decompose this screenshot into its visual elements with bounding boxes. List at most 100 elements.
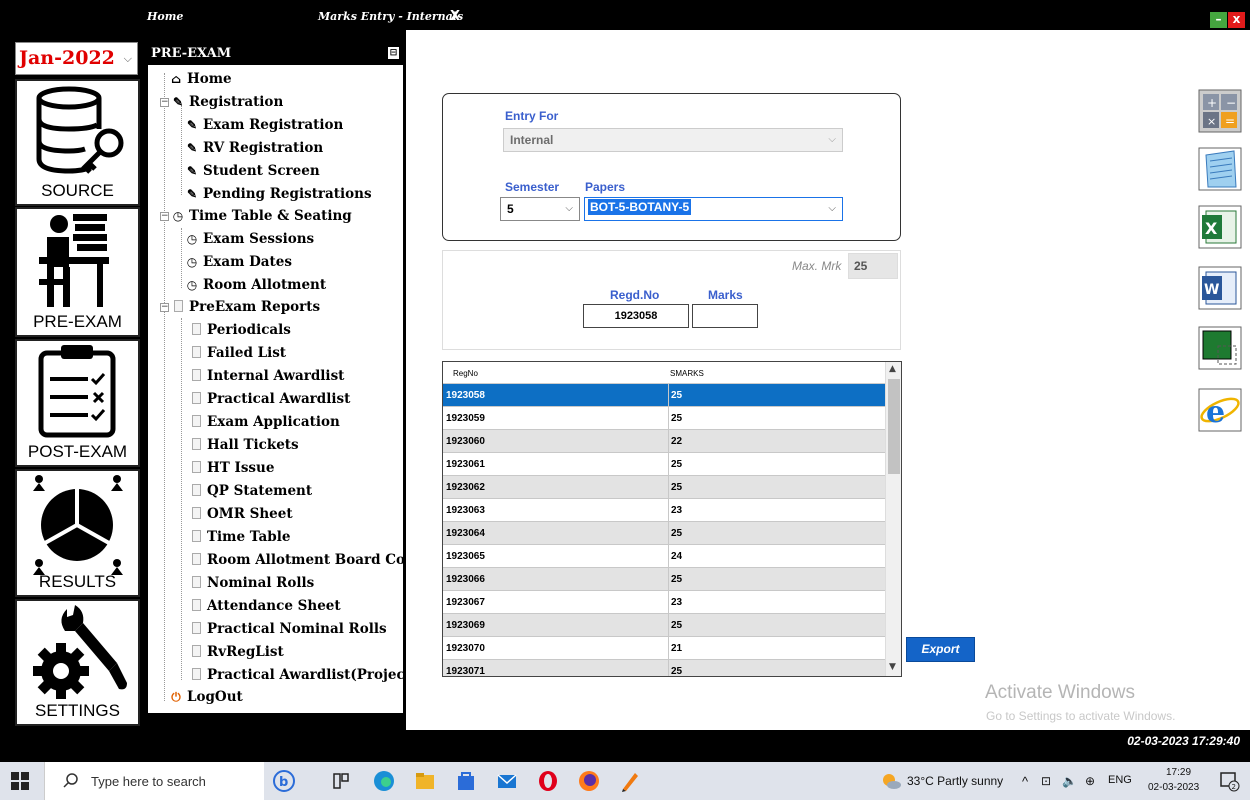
marks-input[interactable] (692, 304, 758, 328)
excel-icon[interactable]: X (1198, 205, 1242, 249)
weather-text[interactable]: 33°C Partly sunny (907, 774, 1003, 788)
close-button[interactable]: x (1228, 12, 1245, 28)
scrollbar-thumb[interactable] (888, 379, 900, 474)
papers-select[interactable]: BOT-5-BOTANY-5 ⌵ (584, 197, 843, 221)
tree-line (181, 105, 182, 195)
tree-item-registration[interactable]: ✎ Registration (170, 92, 283, 114)
clock-time[interactable]: 17:29 (1166, 767, 1191, 778)
table-row[interactable]: 1923071 25 (443, 660, 885, 676)
marks-grid[interactable]: RegNo SMARKS 1923058 25 1923059 25 1923060… (442, 361, 902, 677)
semester-select[interactable]: 5 ⌵ (500, 197, 580, 221)
tree-item-ht-issue[interactable]: HT Issue (188, 458, 274, 480)
calculator-icon[interactable]: + − × = (1198, 89, 1242, 133)
tree-item-student-screen[interactable]: ✎ Student Screen (184, 161, 320, 183)
tree-item-qp-statement[interactable]: QP Statement (188, 481, 312, 503)
bing-icon[interactable]: b (273, 770, 295, 792)
module-post-exam[interactable]: POST-EXAM (15, 339, 140, 467)
tree-item-room-allotment[interactable]: ◷ Room Allotment (184, 275, 326, 297)
module-pre-exam[interactable]: PRE-EXAM (15, 207, 140, 337)
scroll-up-icon[interactable]: ▲ (889, 364, 896, 374)
opera-icon[interactable] (537, 770, 559, 792)
minimize-button[interactable]: – (1210, 12, 1227, 28)
module-results[interactable]: RESULTS (15, 469, 140, 597)
firefox-icon[interactable] (578, 770, 600, 792)
table-row[interactable]: 1923060 22 (443, 430, 885, 453)
table-row[interactable]: 1923067 23 (443, 591, 885, 614)
grid-scrollbar[interactable]: ▲ ▼ (885, 362, 901, 676)
tree-item-preexam-reports[interactable]: PreExam Reports (170, 297, 320, 319)
tab-home[interactable]: Home (147, 8, 183, 30)
edge-icon[interactable] (373, 770, 395, 792)
meet-now-icon[interactable]: ⊡ (1041, 774, 1051, 788)
module-source[interactable]: SOURCE (15, 79, 140, 206)
table-row[interactable]: 1923064 25 (443, 522, 885, 545)
collapse-icon[interactable]: − (160, 303, 169, 312)
language-indicator[interactable]: ENG (1108, 774, 1132, 786)
power-icon: ⏻ (171, 690, 181, 704)
tree-item-time-table-seating[interactable]: ◷ Time Table & Seating (170, 206, 352, 228)
tree-item-nominal-rolls[interactable]: Nominal Rolls (188, 573, 314, 595)
tree-item-attendance-sheet[interactable]: Attendance Sheet (188, 596, 341, 618)
tree-item-omr-sheet[interactable]: OMR Sheet (188, 504, 293, 526)
collapse-icon[interactable]: − (160, 98, 169, 107)
tree-item-rvreglist[interactable]: RvRegList (188, 642, 284, 664)
table-row[interactable]: 1923070 21 (443, 637, 885, 660)
column-header-smarks[interactable]: SMARKS (670, 369, 704, 378)
network-icon[interactable]: ⊕ (1085, 774, 1095, 788)
table-row[interactable]: 1923066 25 (443, 568, 885, 591)
tree-item-practical-awardlist[interactable]: Practical Awardlist (188, 389, 350, 411)
tree-item-practical-awardlist-project[interactable]: Practical Awardlist(Project) (188, 665, 417, 687)
table-row[interactable]: 1923069 25 (443, 614, 885, 637)
table-row[interactable]: 1923065 24 (443, 545, 885, 568)
chevron-up-icon[interactable]: ^ (1022, 774, 1028, 789)
home-icon: ⌂ (170, 72, 181, 86)
tree-item-exam-application[interactable]: Exam Application (188, 412, 340, 434)
volume-icon[interactable]: 🔈 (1062, 774, 1077, 788)
tree-item-practical-nominal-rolls[interactable]: Practical Nominal Rolls (188, 619, 387, 641)
table-row[interactable]: 1923063 23 (443, 499, 885, 522)
screen-capture-icon[interactable] (1198, 326, 1242, 370)
tree-item-home[interactable]: ⌂ Home (168, 69, 232, 91)
app-pen-icon[interactable] (619, 770, 641, 792)
tree-item-periodicals[interactable]: Periodicals (188, 320, 291, 342)
tree-item-room-allotment-board-copy[interactable]: Room Allotment Board Copy (188, 550, 422, 572)
mail-icon[interactable] (496, 770, 518, 792)
scroll-down-icon[interactable]: ▼ (889, 662, 896, 672)
pin-icon[interactable]: ⊟ (388, 47, 399, 59)
tab-close-button[interactable]: X (450, 9, 460, 24)
tree-panel-title: PRE-EXAM (151, 46, 232, 61)
column-header-regno[interactable]: RegNo (453, 369, 478, 378)
task-view-icon[interactable] (330, 770, 352, 792)
internet-explorer-icon[interactable]: e (1198, 388, 1242, 432)
tab-marks-entry[interactable]: Marks Entry - Internals (318, 8, 463, 30)
table-row[interactable]: 1923058 25 (443, 384, 885, 407)
tree-item-internal-awardlist[interactable]: Internal Awardlist (188, 366, 344, 388)
tree-item-rv-registration[interactable]: ✎ RV Registration (184, 138, 323, 160)
file-explorer-icon[interactable] (414, 770, 436, 792)
word-icon[interactable]: W (1198, 266, 1242, 310)
tree-item-exam-dates[interactable]: ◷ Exam Dates (184, 252, 292, 274)
table-row[interactable]: 1923062 25 (443, 476, 885, 499)
month-select[interactable]: Jan-2022 ⌵ (15, 42, 138, 75)
module-settings[interactable]: SETTINGS (15, 599, 140, 726)
notepad-icon[interactable] (1198, 147, 1242, 191)
regd-no-input[interactable]: 1923058 (583, 304, 689, 328)
table-row[interactable]: 1923059 25 (443, 407, 885, 430)
tree-item-failed-list[interactable]: Failed List (188, 343, 286, 365)
tree-item-exam-registration[interactable]: ✎ Exam Registration (184, 115, 343, 137)
table-row[interactable]: 1923061 25 (443, 453, 885, 476)
tree-item-hall-tickets[interactable]: Hall Tickets (188, 435, 299, 457)
notification-icon[interactable]: 2 (1218, 770, 1240, 792)
tree-item-exam-sessions[interactable]: ◷ Exam Sessions (184, 229, 314, 251)
entry-for-select[interactable]: Internal ⌵ (503, 128, 843, 152)
windows-start-icon[interactable] (11, 772, 29, 790)
collapse-icon[interactable]: − (160, 212, 169, 221)
store-icon[interactable] (455, 770, 477, 792)
taskbar-search[interactable]: Type here to search (44, 762, 264, 800)
papers-label: Papers (585, 180, 626, 194)
tree-item-logout[interactable]: ⏻ LogOut (168, 687, 243, 709)
tree-item-time-table[interactable]: Time Table (188, 527, 290, 549)
export-button[interactable]: Export (906, 637, 975, 662)
clock-date[interactable]: 02-03-2023 (1148, 782, 1199, 793)
tree-item-pending-registrations[interactable]: ✎ Pending Registrations (184, 184, 372, 206)
